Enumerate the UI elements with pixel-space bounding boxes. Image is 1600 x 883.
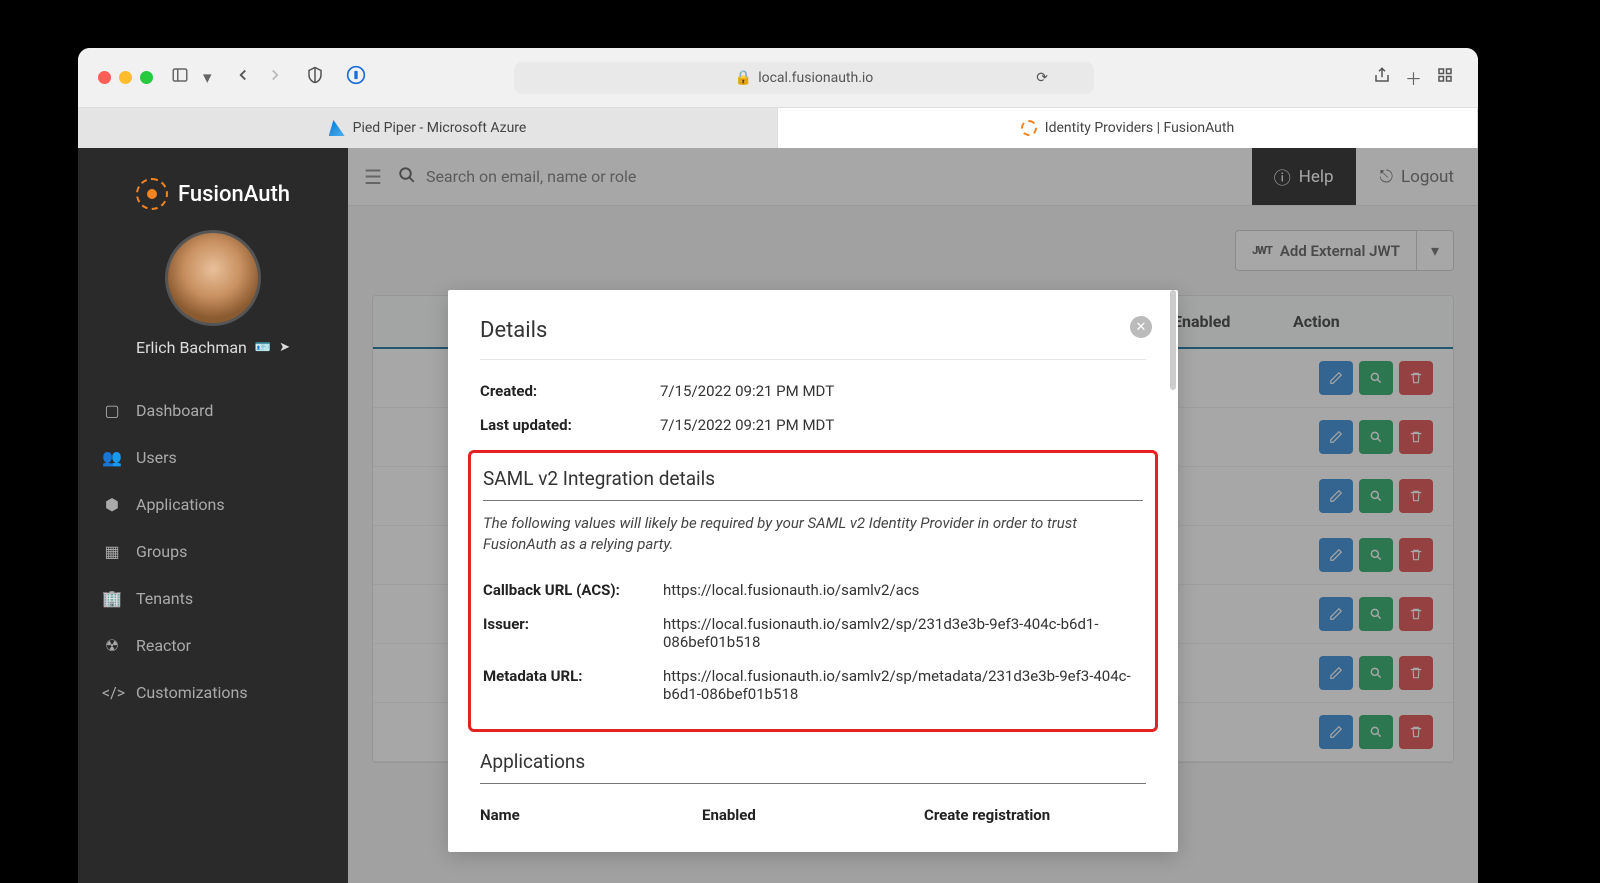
back-button[interactable]: [230, 62, 256, 93]
tab-label: Identity Providers | FusionAuth: [1045, 120, 1234, 136]
apps-col-create: Create registration: [924, 806, 1146, 824]
applications-icon: ⬢: [102, 495, 122, 514]
address-bar[interactable]: 🔒 local.fusionauth.io ⟳: [514, 62, 1094, 94]
created-value: 7/15/2022 09:21 PM MDT: [660, 382, 1146, 400]
share-icon[interactable]: [1369, 62, 1395, 93]
avatar[interactable]: [165, 230, 261, 326]
sidebar-item-dashboard[interactable]: ▢ Dashboard: [78, 387, 348, 434]
saml-highlight-box: SAML v2 Integration details The followin…: [468, 450, 1158, 732]
sidebar-item-reactor[interactable]: ☢ Reactor: [78, 622, 348, 669]
metadata-label: Metadata URL:: [483, 667, 663, 703]
id-card-icon[interactable]: 🪪: [255, 340, 271, 355]
close-modal-button[interactable]: ✕: [1130, 316, 1152, 338]
sidebar-item-customizations[interactable]: </> Customizations: [78, 669, 348, 716]
shield-icon[interactable]: [302, 62, 328, 93]
customizations-icon: </>: [102, 683, 122, 702]
tab-fusionauth[interactable]: Identity Providers | FusionAuth: [778, 108, 1478, 148]
browser-tabs: Pied Piper - Microsoft Azure Identity Pr…: [78, 108, 1478, 148]
issuer-label: Issuer:: [483, 615, 663, 651]
sidebar-item-groups[interactable]: ▦ Groups: [78, 528, 348, 575]
saml-section-title: SAML v2 Integration details: [483, 467, 1143, 501]
saml-hint: The following values will likely be requ…: [483, 513, 1143, 555]
forward-button[interactable]: [262, 62, 288, 93]
created-label: Created:: [480, 382, 660, 400]
applications-section-title: Applications: [480, 750, 1146, 784]
fusionauth-icon: [1021, 120, 1037, 136]
callback-value: https://local.fusionauth.io/samlv2/acs: [663, 581, 1143, 599]
url-text: local.fusionauth.io: [758, 70, 873, 86]
modal-title: Details: [480, 318, 1146, 343]
tab-azure[interactable]: Pied Piper - Microsoft Azure: [78, 108, 778, 148]
reactor-icon: ☢: [102, 636, 122, 655]
tab-label: Pied Piper - Microsoft Azure: [353, 120, 527, 136]
lock-icon: 🔒: [735, 70, 752, 86]
tenants-icon: 🏢: [102, 589, 122, 608]
sidebar-item-label: Groups: [136, 542, 187, 561]
logo-icon: [136, 178, 168, 210]
minimize-window-button[interactable]: [119, 71, 132, 84]
reload-icon[interactable]: ⟳: [1036, 70, 1048, 86]
onepassword-icon[interactable]: [342, 61, 370, 94]
window-controls: [98, 71, 153, 84]
scrollbar[interactable]: [1170, 290, 1176, 390]
sidebar-item-applications[interactable]: ⬢ Applications: [78, 481, 348, 528]
groups-icon: ▦: [102, 542, 122, 561]
close-window-button[interactable]: [98, 71, 111, 84]
issuer-value: https://local.fusionauth.io/samlv2/sp/23…: [663, 615, 1143, 651]
sidebar-item-label: Customizations: [136, 683, 248, 702]
location-icon[interactable]: ➤: [279, 340, 290, 355]
dashboard-icon: ▢: [102, 401, 122, 420]
azure-icon: [329, 120, 345, 136]
sidebar-item-label: Applications: [136, 495, 225, 514]
users-icon: 👥: [102, 448, 122, 467]
callback-label: Callback URL (ACS):: [483, 581, 663, 599]
new-tab-icon[interactable]: ＋: [1401, 61, 1426, 94]
metadata-value: https://local.fusionauth.io/samlv2/sp/me…: [663, 667, 1143, 703]
apps-col-name: Name: [480, 806, 702, 824]
sidebar-item-tenants[interactable]: 🏢 Tenants: [78, 575, 348, 622]
maximize-window-button[interactable]: [140, 71, 153, 84]
details-modal: ✕ Details Created:7/15/2022 09:21 PM MDT…: [448, 290, 1178, 852]
app-frame: FusionAuth Erlich Bachman 🪪 ➤ ▢ Dashboard…: [78, 148, 1478, 883]
sidebar-item-label: Tenants: [136, 589, 193, 608]
logo-text: FusionAuth: [178, 182, 290, 207]
sidebar-item-label: Reactor: [136, 636, 191, 655]
updated-value: 7/15/2022 09:21 PM MDT: [660, 416, 1146, 434]
username: Erlich Bachman 🪪 ➤: [78, 338, 348, 357]
browser-window: ▾ 🔒 local.fusionauth.io ⟳ ＋: [78, 48, 1478, 883]
sidebar-toggle-icon[interactable]: [167, 62, 193, 93]
logo: FusionAuth: [78, 166, 348, 230]
sidebar-item-label: Users: [136, 448, 177, 467]
apps-col-enabled: Enabled: [702, 806, 924, 824]
sidebar-item-label: Dashboard: [136, 401, 213, 420]
sidebar: FusionAuth Erlich Bachman 🪪 ➤ ▢ Dashboard…: [78, 148, 348, 883]
tab-overview-icon[interactable]: [1432, 62, 1458, 93]
sidebar-item-users[interactable]: 👥 Users: [78, 434, 348, 481]
titlebar: ▾ 🔒 local.fusionauth.io ⟳ ＋: [78, 48, 1478, 108]
updated-label: Last updated:: [480, 416, 660, 434]
chevron-down-icon[interactable]: ▾: [199, 64, 216, 92]
